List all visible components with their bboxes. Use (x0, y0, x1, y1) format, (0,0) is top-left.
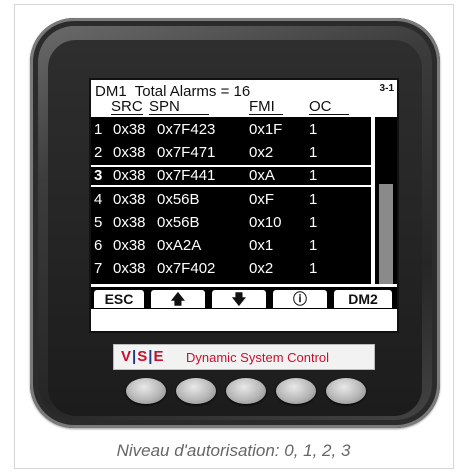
row-oc: 1 (309, 144, 318, 161)
alarm-row[interactable]: 7 0x38 0x7F402 0x2 1 (91, 258, 371, 280)
row-src: 0x38 (113, 144, 146, 161)
row-oc: 1 (309, 167, 318, 184)
row-fmi: 0xF (249, 191, 275, 208)
softkey-bar: ESC 🡅 🡇 ⓘ DM2 (91, 287, 397, 309)
row-src: 0x38 (113, 260, 146, 277)
row-oc: 1 (309, 191, 318, 208)
row-oc: 1 (309, 121, 318, 138)
scrollbar-thumb[interactable] (379, 184, 393, 284)
row-fmi: 0x2 (249, 144, 274, 161)
row-spn: 0x7F402 (157, 260, 216, 277)
row-index: 4 (94, 191, 103, 208)
col-header-spn: SPN (149, 99, 209, 115)
page-indicator: 3-1 (379, 83, 394, 94)
alarm-header: DM1 Total Alarms = 16 (95, 83, 251, 100)
row-index: 1 (94, 121, 103, 138)
row-index: 2 (94, 144, 103, 161)
brand-tagline: Dynamic System Control (186, 350, 330, 365)
row-fmi: 0x1 (249, 237, 274, 254)
row-fmi: 0x10 (249, 214, 282, 231)
alarm-row[interactable]: 1 0x38 0x7F423 0x1F 1 (91, 119, 371, 141)
row-oc: 1 (309, 260, 318, 277)
row-index: 3 (94, 167, 103, 184)
hardware-button-1[interactable] (126, 378, 166, 404)
dm2-softkey[interactable]: DM2 (334, 290, 392, 308)
row-index: 7 (94, 260, 103, 277)
row-spn: 0x56B (157, 214, 200, 231)
lcd-screen: DM1 Total Alarms = 16 3-1 SRC SPN FMI OC… (89, 78, 399, 333)
row-spn: 0x56B (157, 191, 200, 208)
column-headers: SRC SPN FMI OC (91, 99, 381, 115)
col-header-oc: OC (309, 99, 349, 115)
arrow-up-softkey[interactable]: 🡅 (151, 290, 205, 308)
arrow-down-softkey[interactable]: 🡇 (212, 290, 266, 308)
row-spn: 0x7F471 (157, 144, 216, 161)
hardware-button-3[interactable] (226, 378, 266, 404)
row-src: 0x38 (113, 214, 146, 231)
scrollbar[interactable] (375, 117, 397, 284)
alarm-row[interactable]: 4 0x38 0x56B 0xF 1 (91, 189, 371, 211)
row-spn: 0xA2A (157, 237, 202, 254)
col-header-fmi: FMI (249, 99, 283, 115)
brand-logo: V|S|E Dynamic System Control (113, 344, 375, 370)
row-oc: 1 (309, 237, 318, 254)
row-src: 0x38 (113, 191, 146, 208)
hardware-button-2[interactable] (176, 378, 216, 404)
figure-caption: Niveau d'autorisation: 0, 1, 2, 3 (116, 441, 351, 460)
alarm-row[interactable]: 6 0x38 0xA2A 0x1 1 (91, 235, 371, 257)
row-fmi: 0x2 (249, 260, 274, 277)
esc-softkey[interactable]: ESC (94, 290, 144, 308)
row-fmi: 0xA (249, 167, 275, 184)
row-fmi: 0x1F (249, 121, 283, 138)
hardware-button-4[interactable] (276, 378, 316, 404)
alarm-list: 1 0x38 0x7F423 0x1F 1 2 0x38 0x7F471 0x2… (91, 117, 371, 284)
row-spn: 0x7F423 (157, 121, 216, 138)
row-index: 6 (94, 237, 103, 254)
alarm-row-selected[interactable]: 3 0x38 0x7F441 0xA 1 (91, 165, 371, 187)
hardware-button-5[interactable] (326, 378, 366, 404)
vse-logo-mark: V|S|E (121, 348, 165, 365)
col-header-src: SRC (111, 98, 143, 115)
row-oc: 1 (309, 214, 318, 231)
alarm-row[interactable]: 5 0x38 0x56B 0x10 1 (91, 212, 371, 234)
row-index: 5 (94, 214, 103, 231)
alarm-row[interactable]: 2 0x38 0x7F471 0x2 1 (91, 142, 371, 164)
row-src: 0x38 (113, 237, 146, 254)
row-spn: 0x7F441 (157, 167, 216, 184)
row-src: 0x38 (113, 121, 146, 138)
row-src: 0x38 (113, 167, 146, 184)
info-softkey[interactable]: ⓘ (273, 290, 327, 308)
